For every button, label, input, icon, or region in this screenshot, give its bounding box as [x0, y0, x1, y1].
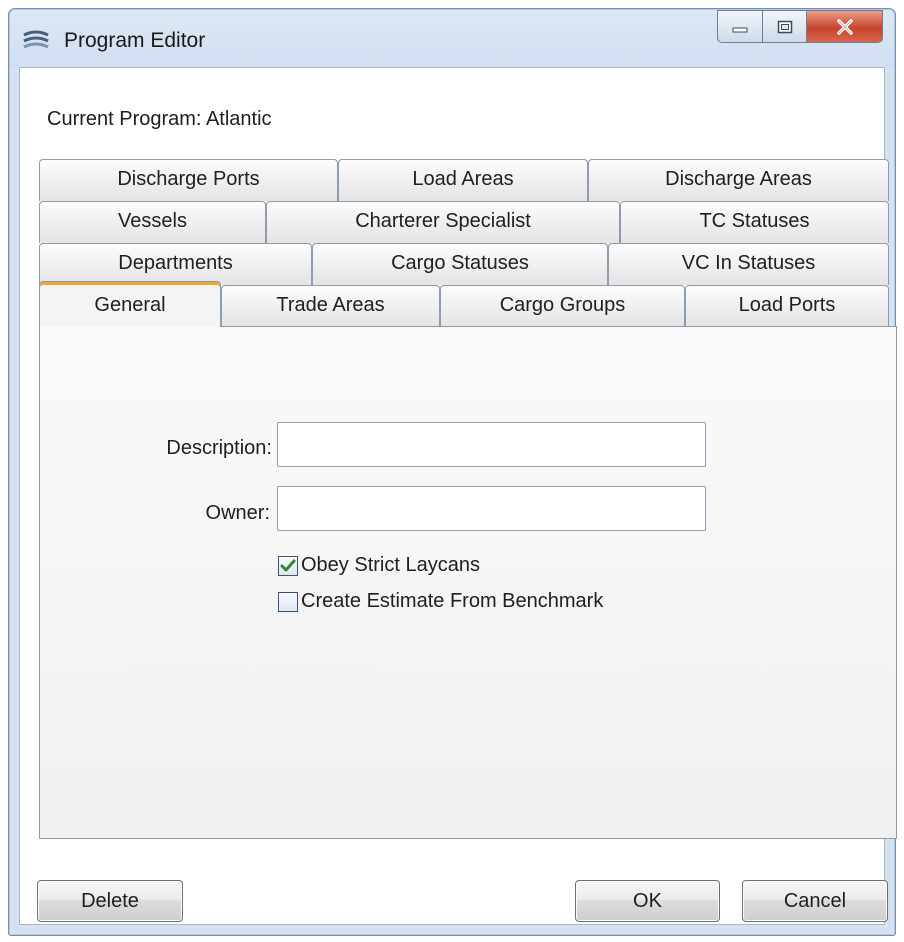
tab-load-ports[interactable]: Load Ports [685, 285, 889, 327]
ok-button[interactable]: OK [575, 880, 720, 922]
close-button[interactable] [807, 10, 883, 43]
editor-client-area: Current Program: Atlantic Discharge Port… [19, 67, 897, 925]
obey-strict-laycans-checkbox[interactable] [278, 555, 298, 576]
program-editor-window: Program Editor Current Program: Atlantic… [8, 8, 897, 936]
tab-general[interactable]: General [39, 281, 221, 327]
tab-discharge-ports[interactable]: Discharge Ports [39, 159, 338, 201]
minimize-icon [732, 27, 748, 32]
create-estimate-label: Create Estimate From Benchmark [301, 590, 604, 612]
tab-cargo-statuses[interactable]: Cargo Statuses [312, 243, 608, 285]
maximize-button[interactable] [763, 10, 807, 43]
tab-tc-statuses[interactable]: TC Statuses [620, 201, 889, 243]
tab-vessels[interactable]: Vessels [39, 201, 266, 243]
obey-strict-laycans-label: Obey Strict Laycans [301, 554, 480, 576]
tab-departments[interactable]: Departments [39, 243, 312, 285]
close-icon [836, 18, 853, 35]
tab-cargo-groups[interactable]: Cargo Groups [440, 285, 685, 327]
maximize-icon [777, 20, 792, 33]
tab-charterer-specialist[interactable]: Charterer Specialist [266, 201, 620, 243]
create-estimate-option[interactable]: Create Estimate From Benchmark [278, 590, 603, 613]
create-estimate-checkbox[interactable] [278, 591, 298, 612]
description-input[interactable] [277, 422, 706, 467]
owner-label: Owner: [205, 502, 270, 524]
tab-discharge-areas[interactable]: Discharge Areas [588, 159, 889, 201]
cancel-button[interactable]: Cancel [742, 880, 888, 922]
general-tab-panel: Description: Owner: Obey Strict Laycans … [39, 326, 897, 839]
owner-input[interactable] [277, 486, 706, 531]
ship-wave-app-icon [23, 30, 49, 49]
check-mark-icon [280, 559, 296, 571]
current-program-label: Current Program: Atlantic [47, 108, 272, 130]
tab-trade-areas[interactable]: Trade Areas [221, 285, 440, 327]
title-bar[interactable]: Program Editor [9, 9, 895, 67]
minimize-button[interactable] [717, 10, 763, 43]
caption-buttons [717, 10, 883, 46]
obey-strict-laycans-option[interactable]: Obey Strict Laycans [278, 554, 480, 577]
window-title: Program Editor [64, 29, 206, 52]
delete-button[interactable]: Delete [37, 880, 183, 922]
description-label: Description: [166, 437, 272, 459]
tab-vc-in-statuses[interactable]: VC In Statuses [608, 243, 889, 285]
tab-load-areas[interactable]: Load Areas [338, 159, 588, 201]
